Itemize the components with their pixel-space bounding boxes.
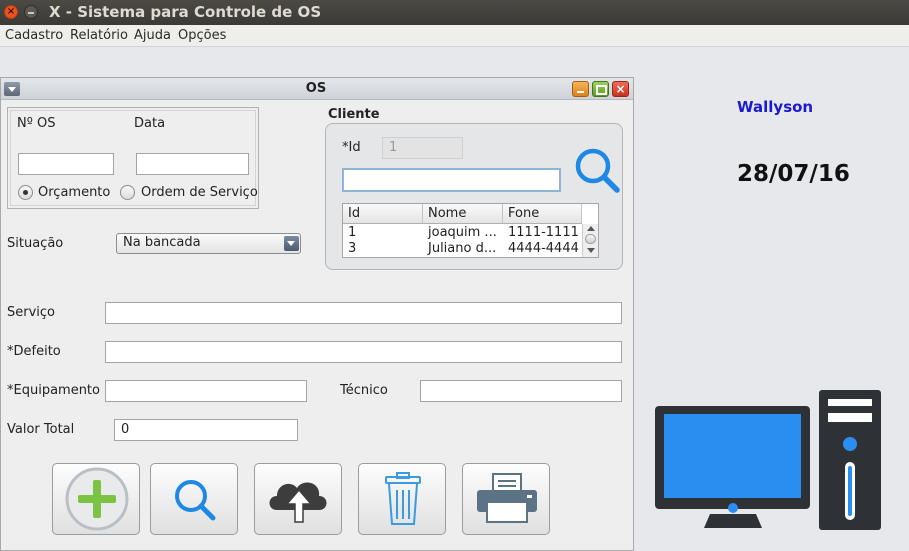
frame-minimize-button[interactable] [572, 81, 589, 97]
current-date: 28/07/16 [737, 161, 850, 187]
chevron-down-icon[interactable] [284, 236, 299, 251]
table-cell-nome[interactable]: Juliano d... [423, 241, 503, 257]
computer-icon [655, 390, 881, 530]
menu-relatorio[interactable]: Relatório [70, 28, 128, 43]
situacao-select-value: Na bancada [123, 235, 201, 250]
frame-close-button[interactable]: × [612, 81, 629, 97]
numero-os-field[interactable] [18, 153, 114, 175]
os-internal-frame: OS × Nº OS Data Orçamento Ordem de Servi… [0, 77, 634, 551]
cliente-group-title: Cliente [328, 107, 380, 122]
menu-ajuda[interactable]: Ajuda [134, 28, 171, 43]
window-minimize-button[interactable] [24, 5, 38, 19]
equipamento-field[interactable] [105, 380, 307, 402]
scroll-up-icon[interactable] [587, 226, 595, 231]
cliente-search-input[interactable] [342, 168, 561, 192]
radio-ordem-servico-label[interactable]: Ordem de Serviço [141, 185, 258, 200]
menu-opcoes[interactable]: Opções [178, 28, 226, 43]
cliente-id-field: 1 [382, 137, 463, 159]
radio-orcamento[interactable] [18, 185, 33, 200]
window-close-button[interactable]: × [4, 5, 18, 19]
table-cell-nome[interactable]: joaquim ... [423, 225, 503, 241]
search-icon [175, 480, 216, 521]
valor-total-label: Valor Total [7, 422, 75, 437]
printer-icon [477, 473, 537, 523]
window-title: X - Sistema para Controle de OS [49, 3, 322, 21]
equipamento-label: *Equipamento [7, 383, 100, 398]
plus-icon [65, 467, 129, 531]
tecnico-label: Técnico [340, 383, 388, 398]
menu-bar: Cadastro Relatório Ajuda Opções [0, 25, 909, 47]
servico-field[interactable] [105, 302, 622, 324]
table-header-nome[interactable]: Nome [423, 204, 503, 224]
servico-label: Serviço [7, 305, 56, 320]
clientes-table[interactable]: Id Nome Fone 1 joaquim ... 1111-1111 3 J… [342, 203, 599, 258]
data-label: Data [134, 116, 166, 131]
table-header-fone[interactable]: Fone [503, 204, 582, 224]
print-os-button[interactable] [462, 463, 550, 535]
trash-icon [385, 472, 421, 525]
table-cell-id[interactable]: 3 [343, 241, 423, 257]
cloud-upload-icon [269, 482, 327, 523]
data-field[interactable] [136, 153, 249, 175]
os-frame-title: OS [305, 81, 327, 96]
defeito-label: *Defeito [7, 344, 61, 359]
tecnico-field[interactable] [420, 380, 622, 402]
table-header-id[interactable]: Id [343, 204, 423, 224]
window-title-bar: × X - Sistema para Controle de OS [0, 0, 909, 25]
delete-os-button[interactable] [358, 463, 446, 535]
scroll-thumb[interactable] [585, 234, 596, 244]
scroll-down-icon[interactable] [587, 248, 595, 253]
numero-os-label: Nº OS [17, 116, 56, 131]
defeito-field[interactable] [105, 341, 622, 363]
table-cell-id[interactable]: 1 [343, 225, 423, 241]
os-frame-title-bar[interactable]: OS × [1, 78, 633, 100]
situacao-select[interactable]: Na bancada [116, 233, 301, 254]
radio-ordem-servico[interactable] [120, 185, 135, 200]
frame-maximize-button[interactable] [592, 81, 609, 97]
table-cell-fone[interactable]: 1111-1111 [503, 225, 582, 241]
radio-orcamento-label[interactable]: Orçamento [38, 185, 110, 200]
logged-user-name: Wallyson [737, 98, 814, 116]
valor-total-field[interactable]: 0 [114, 419, 298, 441]
update-os-button[interactable] [254, 463, 342, 535]
cliente-id-label: *Id [342, 140, 361, 155]
table-cell-fone[interactable]: 4444-4444 [503, 241, 582, 257]
situacao-label: Situação [7, 236, 64, 251]
table-scrollbar[interactable] [582, 224, 598, 257]
menu-cadastro[interactable]: Cadastro [5, 28, 63, 43]
search-os-button[interactable] [150, 463, 238, 535]
add-os-button[interactable] [52, 463, 140, 535]
search-icon[interactable] [573, 146, 623, 196]
